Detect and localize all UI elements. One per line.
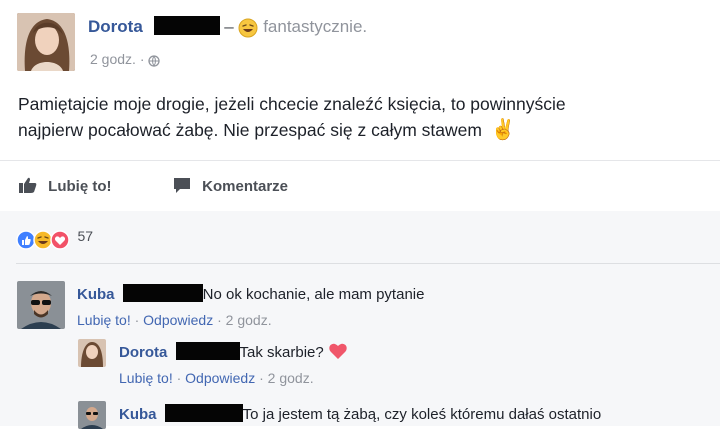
meta-separator: · (176, 370, 182, 386)
redaction-bar (153, 16, 220, 35)
post-text-line-1: Pamiętajcie moje drogie, jeżeli chcecie … (18, 94, 566, 114)
redaction-bar (122, 284, 203, 302)
reactions-summary[interactable]: 57 (16, 228, 93, 250)
heart-emoji-icon (328, 342, 348, 360)
post-meta: 2 godz. · (90, 51, 161, 68)
comments-divider (16, 263, 720, 264)
comment-time[interactable]: 2 godz. (268, 370, 314, 386)
comment-action[interactable]: Komentarze (172, 176, 288, 195)
commenter-avatar[interactable] (17, 281, 65, 329)
like-action[interactable]: Lubię to! (18, 176, 112, 195)
post-time[interactable]: 2 godz. (90, 51, 136, 67)
comment-reply-link[interactable]: Odpowiedz (143, 312, 213, 328)
meta-separator: · (139, 51, 145, 67)
post-header: Dorota – fantastycznie. (88, 16, 367, 38)
comment-2-meta: Lubię to! · Odpowiedz · 2 godz. (119, 370, 314, 386)
portrait-image (78, 339, 106, 367)
reply-avatar[interactable] (78, 339, 106, 367)
victory-hand-emoji: ✌ (490, 119, 516, 141)
comment-time[interactable]: 2 godz. (226, 312, 272, 328)
comment-action-label: Komentarze (202, 178, 289, 195)
comment-author-name[interactable]: Dorota (119, 344, 167, 361)
redaction-bar (175, 342, 240, 360)
meta-separator: · (217, 312, 222, 328)
post-actions-bar: Lubię to! Komentarze (0, 160, 720, 212)
meta-separator: · (259, 370, 264, 386)
comment-author-name[interactable]: Kuba (77, 286, 115, 303)
redaction-bar (164, 404, 243, 422)
comment-author-name[interactable]: Kuba (119, 406, 157, 423)
post-author-name[interactable]: Dorota (88, 17, 143, 36)
comment-text: Tak skarbie? (239, 344, 324, 361)
comment-text: To ja jestem tą żabą, czy koleś któremu … (242, 406, 602, 423)
comment-3: Kuba To ja jestem tą żabą, czy koleś któ… (119, 404, 601, 423)
comment-like-link[interactable]: Lubię to! (119, 370, 173, 386)
comment-reply-link[interactable]: Odpowiedz (185, 370, 255, 386)
reaction-count: 57 (77, 228, 94, 244)
comment-1-meta: Lubię to! · Odpowiedz · 2 godz. (77, 312, 272, 328)
comment-1: Kuba No ok kochanie, ale mam pytanie (77, 284, 424, 303)
portrait-image (78, 401, 106, 429)
feeling-text: fantastycznie. (263, 17, 368, 36)
like-action-label: Lubię to! (48, 178, 112, 195)
thumbs-up-icon (18, 176, 38, 194)
love-reaction-icon (50, 230, 70, 250)
comment-like-link[interactable]: Lubię to! (77, 312, 131, 328)
reply-avatar[interactable] (78, 401, 106, 429)
speech-bubble-icon (172, 176, 192, 194)
comment-text: No ok kochanie, ale mam pytanie (202, 286, 425, 303)
comments-section: 57 Kuba No ok kochanie, ale mam pytanie … (0, 211, 720, 429)
post-body: Pamiętajcie moje drogie, jeżeli chcecie … (18, 91, 708, 143)
laughing-emoji-icon (238, 18, 258, 38)
comment-2: Dorota Tak skarbie? (119, 342, 348, 361)
portrait-image (17, 281, 65, 329)
portrait-image (17, 13, 75, 71)
author-avatar[interactable] (17, 13, 75, 71)
globe-icon (148, 54, 161, 68)
meta-separator: · (134, 312, 140, 328)
post-text-line-2: najpierw pocałować żabę. Nie przespać si… (18, 120, 482, 140)
feeling-separator: – (224, 17, 234, 36)
